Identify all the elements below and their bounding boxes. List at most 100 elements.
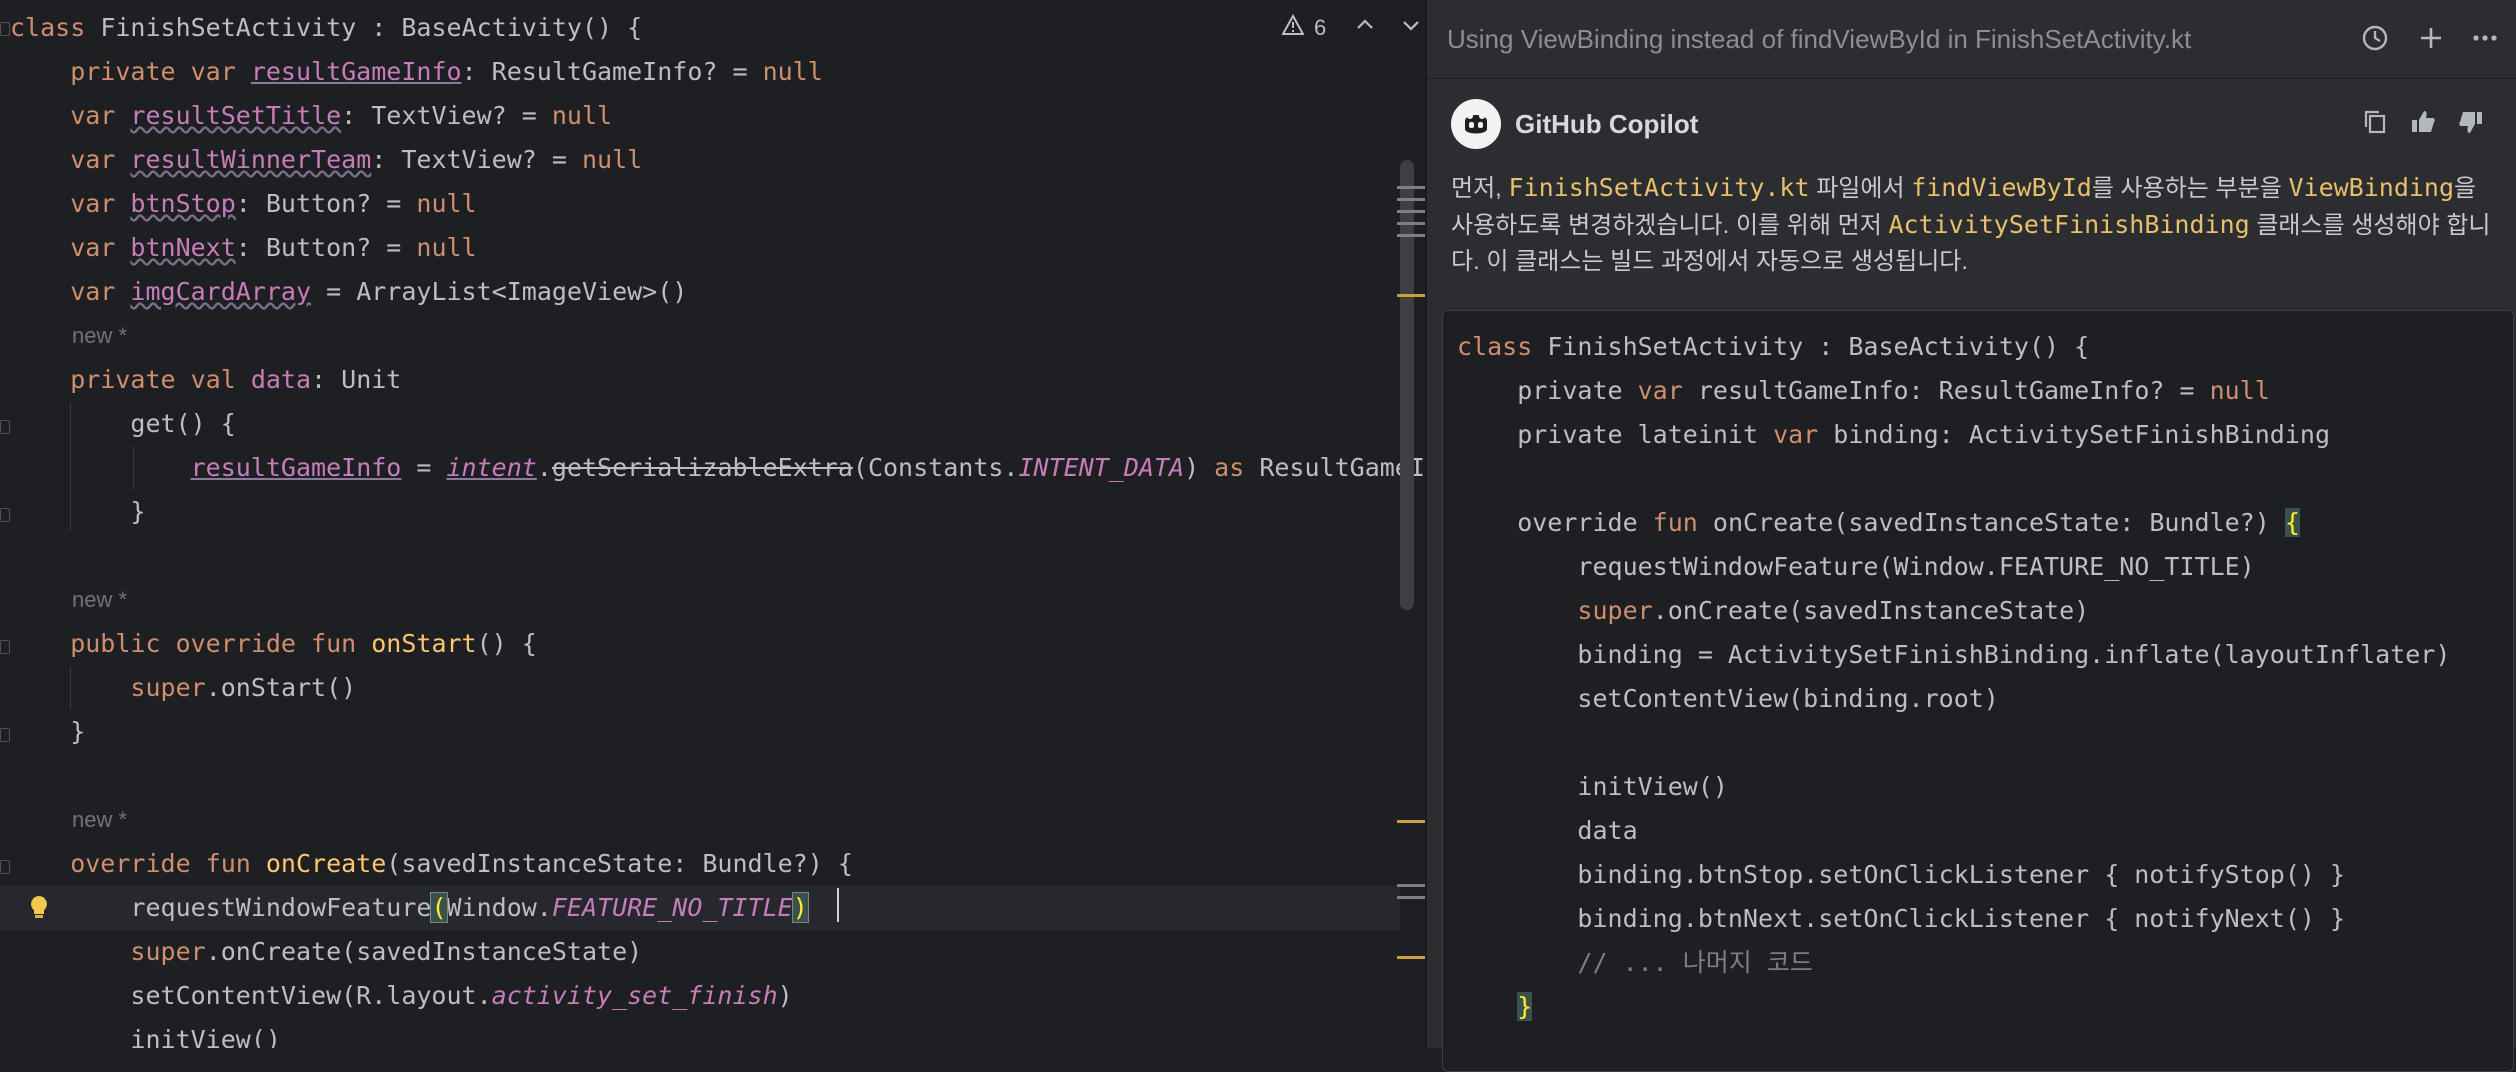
code-line[interactable]: setContentView(R.layout.activity_set_fin…: [10, 974, 793, 1018]
code-token: FEATURE_NO_TITLE: [551, 893, 793, 922]
code-token: ): [1184, 453, 1215, 482]
code-line[interactable]: private val data: Unit: [10, 358, 401, 402]
code-token: requestWindowFeature(Window.FEATURE_NO_T…: [1457, 552, 2255, 581]
chevron-down-icon[interactable]: [1400, 14, 1422, 42]
code-token: null: [762, 57, 823, 86]
fold-marker[interactable]: [0, 640, 10, 654]
scroll-marker[interactable]: [1397, 884, 1425, 887]
scroll-marker[interactable]: [1397, 210, 1425, 213]
code-token: }: [10, 717, 86, 746]
code-token: binding.btnNext.setOnClickListener { not…: [1457, 904, 2346, 933]
more-icon[interactable]: [2467, 20, 2503, 56]
scroll-marker[interactable]: [1397, 234, 1425, 237]
code-token: class: [10, 13, 101, 42]
fold-marker[interactable]: [0, 22, 10, 36]
editor-scrollbar[interactable]: [1400, 160, 1414, 610]
snippet-line: requestWindowFeature(Window.FEATURE_NO_T…: [1457, 545, 2255, 589]
code-token: activity_set_finish: [491, 981, 778, 1010]
code-token: btnStop: [130, 189, 236, 218]
code-token: {: [2284, 508, 2300, 537]
code-token: ): [777, 981, 793, 1010]
code-line[interactable]: resultGameInfo = intent.getSerializableE…: [10, 446, 1425, 490]
code-token: // ... 나머지 코드: [1457, 948, 1813, 977]
history-icon[interactable]: [2357, 20, 2393, 56]
code-token: null: [2209, 376, 2270, 405]
chat-title[interactable]: Using ViewBinding instead of findViewByI…: [1447, 24, 2191, 55]
code-line[interactable]: initView(): [10, 1018, 281, 1048]
code-token: : Button? =: [235, 233, 417, 262]
scroll-marker[interactable]: [1397, 186, 1425, 189]
scroll-marker[interactable]: [1397, 956, 1425, 959]
code-editor[interactable]: class FinishSetActivity : BaseActivity()…: [0, 0, 1425, 1048]
code-token: onCreate: [265, 849, 387, 878]
code-token: null: [581, 145, 643, 174]
code-line[interactable]: get() {: [10, 402, 235, 446]
code-token: var: [1637, 376, 1698, 405]
code-token: super: [1577, 596, 1653, 625]
code-token: var: [10, 277, 131, 306]
fold-marker[interactable]: [0, 420, 10, 434]
snippet-line: private var resultGameInfo: ResultGameIn…: [1457, 369, 2270, 413]
code-token: binding.btnStop.setOnClickListener { not…: [1457, 860, 2346, 889]
copy-icon[interactable]: [2359, 106, 2391, 138]
inspection-widget[interactable]: 6: [1281, 13, 1422, 42]
fold-marker[interactable]: [0, 728, 10, 742]
code-token: : ResultGameInfo? =: [461, 57, 763, 86]
code-line[interactable]: class FinishSetActivity : BaseActivity()…: [10, 6, 642, 50]
copilot-avatar-icon: [1451, 99, 1501, 149]
code-token: super: [130, 673, 206, 702]
thumbs-down-icon[interactable]: [2455, 106, 2487, 138]
code-line[interactable]: var btnStop: Button? = null: [10, 182, 476, 226]
chevron-up-icon[interactable]: [1354, 14, 1376, 42]
scroll-marker[interactable]: [1397, 222, 1425, 225]
copilot-chat-panel: Using ViewBinding instead of findViewByI…: [1425, 0, 2516, 1072]
code-line[interactable]: public override fun onStart() {: [10, 622, 537, 666]
code-token: (Constants.: [852, 453, 1019, 482]
panel-header: Using ViewBinding instead of findViewByI…: [1427, 0, 2516, 79]
code-token: resultSetTitle: [130, 101, 342, 130]
snippet-line: setContentView(binding.root): [1457, 677, 1998, 721]
inlay-hint-new[interactable]: new *: [72, 578, 127, 622]
code-token: btnNext: [130, 233, 236, 262]
scroll-marker[interactable]: [1397, 820, 1425, 823]
snippet-line: super.onCreate(savedInstanceState): [1457, 589, 2089, 633]
lightbulb-icon[interactable]: [24, 893, 54, 923]
code-line[interactable]: var resultWinnerTeam: TextView? = null: [10, 138, 642, 182]
fold-marker[interactable]: [0, 860, 10, 874]
snippet-line: initView(): [1457, 765, 1728, 809]
code-token: : TextView? =: [341, 101, 552, 130]
code-token: FinishSetActivity : BaseActivity() {: [100, 13, 643, 42]
code-line[interactable]: }: [10, 490, 145, 534]
code-line[interactable]: super.onCreate(savedInstanceState): [10, 930, 642, 974]
code-token: resultGameInfo: ResultGameInfo? =: [1697, 376, 2210, 405]
code-token: }: [1517, 992, 1533, 1021]
inlay-hint-new[interactable]: new *: [72, 314, 127, 358]
snippet-line: class FinishSetActivity : BaseActivity()…: [1457, 325, 2089, 369]
code-token: as: [1214, 453, 1245, 482]
code-token: var: [1773, 420, 1834, 449]
scroll-marker[interactable]: [1397, 198, 1425, 201]
code-token: requestWindowFeature: [10, 893, 432, 922]
code-line[interactable]: override fun onCreate(savedInstanceState…: [10, 842, 853, 886]
code-token: private: [1457, 376, 1638, 405]
code-line[interactable]: }: [10, 710, 85, 754]
fold-marker[interactable]: [0, 508, 10, 522]
inlay-hint-new[interactable]: new *: [72, 798, 127, 842]
inline-code: FinishSetActivity.kt: [1508, 173, 1810, 202]
code-line[interactable]: requestWindowFeature(Window.FEATURE_NO_T…: [10, 886, 809, 930]
code-line[interactable]: super.onStart(): [10, 666, 356, 710]
scroll-marker[interactable]: [1397, 294, 1425, 297]
code-token: fun: [1652, 508, 1713, 537]
code-line[interactable]: var resultSetTitle: TextView? = null: [10, 94, 612, 138]
scroll-marker[interactable]: [1397, 896, 1425, 899]
code-token: INTENT_DATA: [1018, 453, 1185, 482]
code-token: var: [10, 101, 131, 130]
code-snippet[interactable]: class FinishSetActivity : BaseActivity()…: [1442, 310, 2514, 1072]
snippet-line: }: [1457, 985, 1533, 1029]
plus-icon[interactable]: [2413, 20, 2449, 56]
thumbs-up-icon[interactable]: [2407, 106, 2439, 138]
code-line[interactable]: var imgCardArray = ArrayList<ImageView>(…: [10, 270, 687, 314]
code-line[interactable]: private var resultGameInfo: ResultGameIn…: [10, 50, 823, 94]
code-line[interactable]: var btnNext: Button? = null: [10, 226, 476, 270]
